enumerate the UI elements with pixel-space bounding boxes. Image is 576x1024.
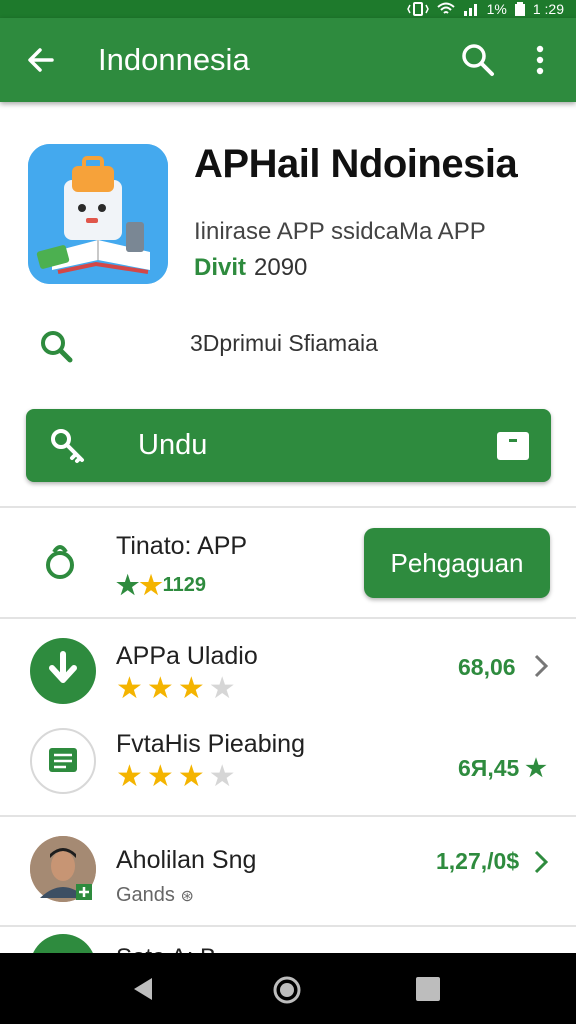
app-bar-title: Indonnesia — [98, 42, 250, 77]
developer-label: Divit — [194, 254, 247, 281]
list-item[interactable]: APPa Uladio ★ ★ ★ ★ 68,06 — [0, 636, 576, 716]
nav-recents-icon[interactable] — [416, 977, 440, 1001]
list-item-name: FvtaHis Pieabing — [116, 730, 305, 758]
system-nav-bar — [0, 953, 576, 1024]
search-icon[interactable] — [36, 326, 76, 366]
download-icon — [49, 651, 77, 683]
nav-back-icon[interactable] — [130, 975, 158, 1003]
developer-value: 2090 — [254, 254, 308, 281]
status-icons: 1% 1 :29 — [406, 0, 564, 18]
star-icon: ★ — [116, 672, 143, 705]
star-empty-icon: ★ — [208, 672, 236, 705]
install-button-label: Undu — [138, 429, 208, 461]
star-icon: ★ — [177, 672, 205, 705]
star-icon: ★ — [146, 672, 174, 705]
vibrate-icon — [406, 2, 429, 16]
list-item-value: 1,27,/0$ — [436, 848, 520, 874]
app-name: APHail Ndoinesia — [194, 142, 518, 186]
list-item-value-text: 6Я,45 — [458, 755, 520, 781]
battery-percent: 1% — [486, 1, 507, 17]
nav-home-icon[interactable] — [272, 975, 302, 1005]
app-bar: Indonnesia — [0, 18, 576, 102]
message-icon — [49, 748, 77, 772]
status-time: 1 :29 — [532, 1, 564, 17]
list-item-name: APPa Uladio — [116, 642, 258, 670]
wifi-icon — [436, 2, 455, 14]
list-item-name: Aholilan Sng — [116, 846, 257, 874]
divider — [0, 617, 576, 619]
divider — [0, 925, 576, 927]
app-subtitle: Iinirase APP ssidcaMa APP — [194, 218, 486, 245]
install-button[interactable]: Undu — [26, 409, 551, 482]
star-icon: ★ — [116, 570, 140, 600]
lock-icon — [46, 545, 74, 579]
download-avatar — [30, 638, 96, 704]
thanks-title: Tinato: APP — [116, 532, 248, 560]
search-icon[interactable] — [458, 40, 498, 80]
divider — [0, 506, 576, 508]
key-icon — [51, 429, 84, 463]
search-row-text[interactable]: 3Dprimui Sfiamaia — [190, 330, 378, 357]
person-avatar-icon — [30, 836, 96, 902]
star-icon: ★ — [139, 570, 163, 600]
list-item-value: 6Я,45 ★ — [458, 754, 547, 783]
signal-icon — [463, 4, 477, 16]
info-icon: ⊛ — [180, 888, 194, 905]
list-item-subtitle-text: Gands — [116, 884, 175, 906]
star-icon: ★ — [525, 755, 547, 782]
folder-icon — [497, 432, 529, 460]
app-icon — [28, 144, 168, 284]
status-bar: 1% 1 :29 — [0, 0, 576, 18]
star-icon: ★ — [146, 760, 174, 793]
chevron-right-icon — [534, 850, 549, 874]
back-arrow-icon[interactable] — [22, 40, 62, 80]
app-developer: Divit 2090 — [194, 254, 307, 282]
list-item-value: 68,06 — [458, 654, 516, 680]
list-item[interactable]: Aholilan Sng Gands ⊛ 1,27,/0$ — [0, 834, 576, 924]
star-rating: ★ ★ ★ ★ — [116, 674, 236, 704]
list-item-subtitle: Gands ⊛ — [116, 884, 194, 907]
divider — [0, 815, 576, 817]
star-rating: ★ ★ ★ ★ — [116, 762, 236, 792]
thanks-rating: ★ ★ 1129 — [116, 572, 206, 598]
rating-count: 1129 — [162, 573, 207, 596]
pehgaguan-button[interactable]: Pehgaguan — [364, 528, 550, 598]
star-icon: ★ — [177, 760, 205, 793]
star-empty-icon: ★ — [208, 760, 236, 793]
battery-icon — [514, 2, 525, 16]
avatar — [30, 836, 96, 902]
chevron-right-icon — [534, 654, 549, 678]
message-avatar — [30, 728, 96, 794]
star-icon: ★ — [116, 760, 143, 793]
list-item[interactable]: FvtaHis Pieabing ★ ★ ★ ★ 6Я,45 ★ — [0, 726, 576, 810]
more-vert-icon[interactable] — [524, 40, 556, 80]
